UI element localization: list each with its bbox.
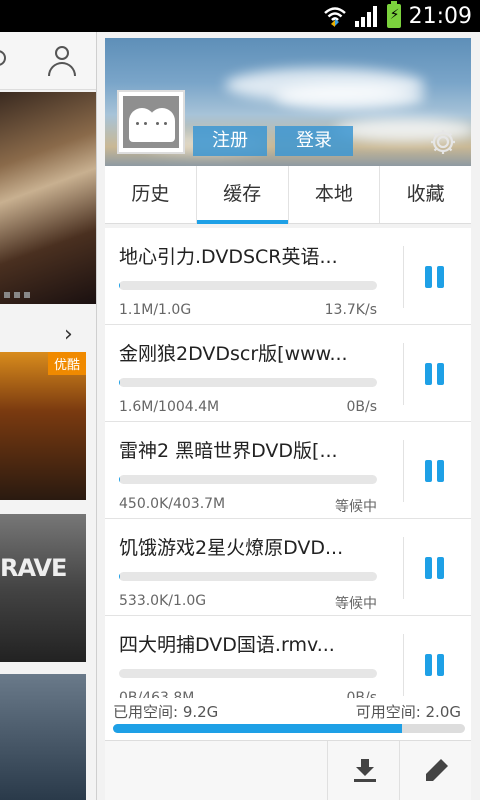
tab-cache[interactable]: 缓存 [196,166,289,224]
download-item[interactable]: 金刚狼2DVDscr版[www... 1.6M/1004.4M 0B/s [105,325,471,422]
bottom-toolbar [105,740,471,800]
download-size: 533.0K/1.0G [119,593,207,609]
download-item[interactable]: 饥饿游戏2星火燎原DVD... 533.0K/1.0G 等候中 [105,519,471,616]
download-title: 金刚狼2DVDscr版[www... [119,343,348,365]
profile-header: 注册 登录 [105,38,471,166]
source-badge: 优酷 [47,352,86,375]
download-speed: 等候中 [335,499,377,515]
download-item[interactable]: 地心引力.DVDSCR英语... 1.1M/1.0G 13.7K/s [105,228,471,325]
section-header [0,312,96,346]
status-bar: ⚡ 21:09 [0,0,480,32]
pause-icon[interactable] [425,654,447,676]
tab-bar: 历史 缓存 本地 收藏 [105,166,471,224]
status-icons: ⚡ 21:09 [323,0,472,32]
wifi-icon [323,5,347,27]
download-title: 四大明捕DVD国语.rmv... [119,634,335,656]
pause-icon[interactable] [425,557,447,579]
download-title: 饥饿游戏2星火燎原DVD... [119,537,344,559]
download-title: 雷神2 黑暗世界DVD版[... [119,440,338,462]
download-speed: 0B/s [346,690,377,698]
download-list[interactable]: 地心引力.DVDSCR英语... 1.1M/1.0G 13.7K/s 金刚狼2D… [105,228,471,698]
download-progress-bar [119,475,377,484]
download-size: 1.1M/1.0G [119,302,192,318]
pause-icon[interactable] [425,363,447,385]
background-topbar [0,32,98,90]
pencil-icon [426,759,448,781]
storage-bar [113,724,465,733]
clock: 21:09 [408,3,472,29]
default-avatar-icon [123,96,179,148]
download-icon [354,759,376,782]
pause-icon[interactable] [425,460,447,482]
download-speed: 0B/s [346,399,377,415]
settings-gear-icon[interactable] [429,128,457,156]
download-progress-bar [119,378,377,387]
battery-charging-icon: ⚡ [386,1,401,28]
edit-button[interactable] [399,741,471,800]
download-progress-bar [119,281,377,290]
login-button[interactable]: 登录 [275,126,353,156]
pause-icon[interactable] [425,266,447,288]
tab-local[interactable]: 本地 [289,166,381,223]
storage-free-label: 可用空间: 2.0G [355,703,461,721]
signal-icon [354,5,379,27]
download-title: 地心引力.DVDSCR英语... [119,246,338,268]
storage-used-label: 已用空间: 9.2G [113,703,219,721]
chevron-right-icon[interactable]: › [64,322,73,347]
download-speed: 等候中 [335,596,377,612]
download-progress-bar [119,572,377,581]
download-item[interactable]: 四大明捕DVD国语.rmv... 0B/463.8M 0B/s [105,616,471,698]
download-item[interactable]: 雷神2 黑暗世界DVD版[... 450.0K/403.7M 等候中 [105,422,471,519]
user-icon[interactable] [48,46,76,76]
storage-indicator: 已用空间: 9.2G 可用空间: 2.0G [105,698,471,740]
avatar[interactable] [117,90,185,154]
search-icon[interactable] [0,50,6,66]
download-progress-bar [119,669,377,678]
download-button[interactable] [327,741,399,800]
download-size: 1.6M/1004.4M [119,399,220,415]
poster-title: RAVE [0,554,67,582]
movie-poster[interactable]: RAVE [0,514,86,662]
movie-poster[interactable]: 优酷 [0,352,86,500]
background-app: › 优酷 RAVE [0,32,98,800]
download-size: 0B/463.8M [119,690,195,698]
register-button[interactable]: 注册 [193,126,267,156]
tab-favorites[interactable]: 收藏 [380,166,471,223]
download-speed: 13.7K/s [324,302,377,318]
side-drawer: 注册 登录 历史 缓存 本地 收藏 地心引力.DVDSCR英语... 1.1M/… [96,32,480,800]
movie-poster[interactable] [0,674,86,800]
banner-image[interactable] [0,92,96,304]
tab-history[interactable]: 历史 [105,166,197,223]
download-size: 450.0K/403.7M [119,496,226,512]
